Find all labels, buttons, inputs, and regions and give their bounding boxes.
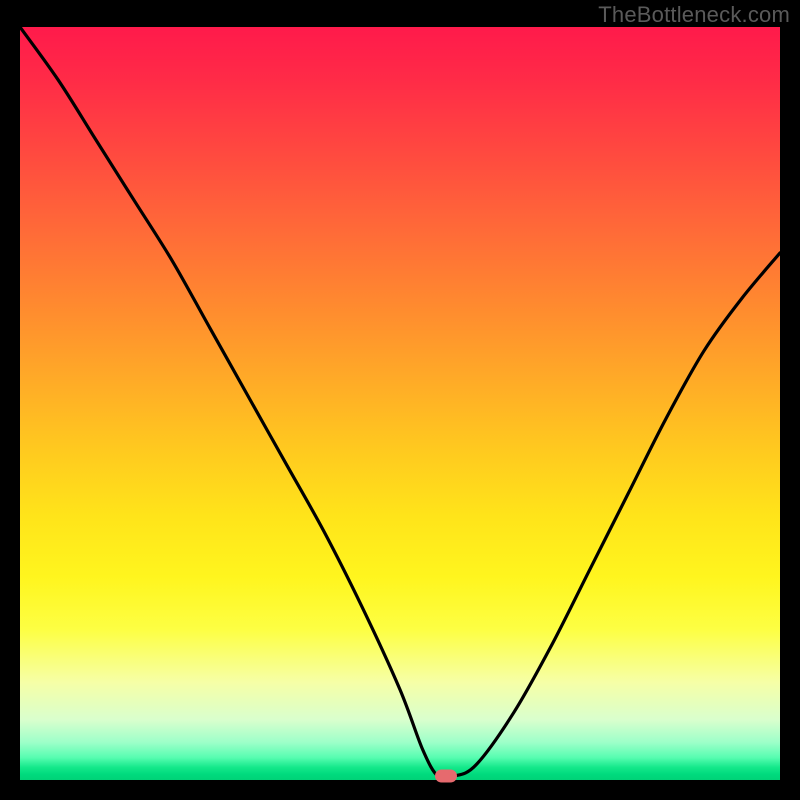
- curve-path: [20, 27, 780, 779]
- watermark-text: TheBottleneck.com: [598, 2, 790, 28]
- bottleneck-curve: [20, 27, 780, 780]
- plot-area: [20, 27, 780, 780]
- optimal-point-marker: [435, 770, 457, 783]
- chart-frame: TheBottleneck.com: [0, 0, 800, 800]
